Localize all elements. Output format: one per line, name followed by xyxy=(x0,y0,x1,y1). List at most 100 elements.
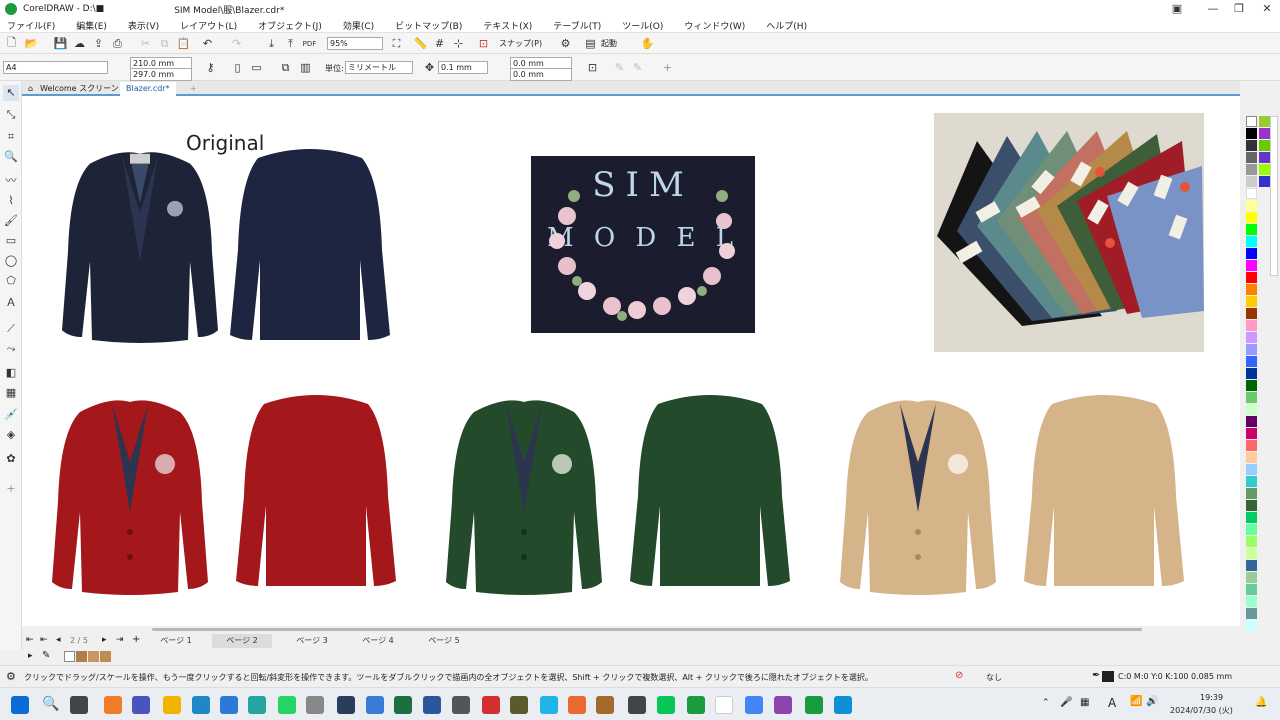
cloud-upload-icon[interactable]: ⇪ xyxy=(91,36,106,51)
palette-light-green[interactable] xyxy=(1246,392,1257,403)
palette-white[interactable] xyxy=(1246,188,1257,199)
swatch-brown-3[interactable] xyxy=(100,651,111,662)
app-icon-12[interactable] xyxy=(715,696,733,714)
drop-shadow-icon[interactable]: ◧ xyxy=(3,365,19,381)
palette-olive[interactable] xyxy=(1259,116,1270,127)
rectangle-tool-icon[interactable]: ▭ xyxy=(3,233,19,249)
tan-blazer-back[interactable] xyxy=(1024,395,1184,586)
artistic-media-icon[interactable]: 🖌 xyxy=(3,213,19,229)
pan-hand-icon[interactable]: ✋ xyxy=(640,36,655,51)
page-tab-3[interactable]: ページ 3 xyxy=(282,634,342,648)
app-icon-8[interactable] xyxy=(540,696,558,714)
new-document-icon[interactable]: 🗋 xyxy=(4,36,19,51)
crop-tool-icon[interactable]: ⌗ xyxy=(3,129,19,145)
palette-mint[interactable] xyxy=(1246,404,1257,415)
smart-fill-icon[interactable]: ✿ xyxy=(3,451,19,467)
full-screen-icon[interactable]: ⛶ xyxy=(389,36,404,51)
bezier-tool-icon[interactable]: ⌇ xyxy=(3,193,19,209)
clock-time[interactable]: 19:39 xyxy=(1200,693,1223,702)
guidelines-icon[interactable]: ⊹ xyxy=(451,36,466,51)
palette-green[interactable] xyxy=(1246,224,1257,235)
palette-cyan[interactable] xyxy=(1246,236,1257,247)
palette-navy[interactable] xyxy=(1246,368,1257,379)
swatch-none[interactable] xyxy=(64,651,75,662)
page-tab-1[interactable]: ページ 1 xyxy=(146,634,206,648)
connector-tool-icon[interactable]: ⤳ xyxy=(3,341,19,357)
menu-table[interactable]: テーブル(T) xyxy=(553,19,615,32)
app-icon-10[interactable] xyxy=(596,696,614,714)
palette-gray-70[interactable] xyxy=(1246,152,1257,163)
last-page-icon[interactable]: ⇥ xyxy=(116,635,124,645)
excel-icon[interactable] xyxy=(394,696,412,714)
export-icon[interactable]: ⤒ xyxy=(283,36,298,51)
page-height-field[interactable]: 297.0 mm xyxy=(130,68,192,81)
eyedropper-icon[interactable]: 💉 xyxy=(3,407,19,423)
restore-mini-icon[interactable]: ▣ xyxy=(1160,0,1194,18)
print-icon[interactable]: ⎙ xyxy=(110,36,125,51)
swatch-brown-2[interactable] xyxy=(88,651,99,662)
edit-icon[interactable]: ✎ xyxy=(612,60,627,75)
drawing-canvas[interactable]: Original SIM M O D E L xyxy=(22,96,1240,626)
palette-violet[interactable] xyxy=(1259,128,1270,139)
page-size-select[interactable]: A4 xyxy=(3,61,108,74)
green-blazer-back[interactable] xyxy=(630,395,790,586)
next-page-icon[interactable]: ▸ xyxy=(102,635,107,645)
palette-raspberry[interactable] xyxy=(1246,428,1257,439)
paste-icon[interactable]: 📋 xyxy=(176,36,191,51)
sim-model-logo[interactable]: SIM M O D E L xyxy=(531,156,755,333)
palette-spring[interactable] xyxy=(1246,524,1257,535)
menu-effects[interactable]: 効果(C) xyxy=(343,19,388,32)
menu-object[interactable]: オブジェクト(J) xyxy=(258,19,336,32)
polygon-tool-icon[interactable]: ⬠ xyxy=(3,273,19,289)
palette-purple[interactable] xyxy=(1246,416,1257,427)
palette-sky[interactable] xyxy=(1246,464,1257,475)
launch-dropdown[interactable]: 起動 xyxy=(601,38,617,49)
palette-ice[interactable] xyxy=(1246,620,1257,631)
parallel-dimension-icon[interactable]: ⟋ xyxy=(3,321,19,337)
redo-icon[interactable]: ↷ xyxy=(229,36,244,51)
ime-icon[interactable]: A xyxy=(1108,696,1116,710)
treat-as-filled-icon[interactable]: ⊡ xyxy=(585,60,600,75)
prev-page-icon[interactable]: ⇤ xyxy=(40,635,48,645)
explorer-icon[interactable] xyxy=(163,696,181,714)
palette-royal-blue[interactable] xyxy=(1246,356,1257,367)
app-icon-7[interactable] xyxy=(452,696,470,714)
save-icon[interactable]: 💾 xyxy=(53,36,68,51)
red-blazer-back[interactable] xyxy=(236,395,396,586)
teams-icon[interactable] xyxy=(132,696,150,714)
menu-tools[interactable]: ツール(O) xyxy=(622,19,677,32)
portrait-lock-icon[interactable]: ⚷ xyxy=(203,60,218,75)
palette-peach[interactable] xyxy=(1246,452,1257,463)
palette-gray-90[interactable] xyxy=(1246,140,1257,151)
green-blazer-front[interactable] xyxy=(446,400,602,595)
settings-gear-icon[interactable]: ⚙ xyxy=(6,670,16,683)
edge-2-icon[interactable] xyxy=(834,696,852,714)
back-page-icon[interactable]: ◂ xyxy=(56,635,61,645)
search-icon[interactable]: 🔍 xyxy=(42,696,60,714)
palette-slate[interactable] xyxy=(1246,608,1257,619)
palette-steel[interactable] xyxy=(1246,560,1257,571)
menu-bitmaps[interactable]: ビットマップ(B) xyxy=(395,19,476,32)
cut-icon[interactable]: ✂ xyxy=(138,36,153,51)
menu-help[interactable]: ヘルプ(H) xyxy=(766,19,821,32)
add-page-icon[interactable]: + xyxy=(132,634,140,645)
palette-teal[interactable] xyxy=(1246,476,1257,487)
portrait-icon[interactable]: ▯ xyxy=(230,60,245,75)
palette-forest[interactable] xyxy=(1246,500,1257,511)
palette-arrow-icon[interactable]: ▸ xyxy=(28,651,33,661)
launch-icon[interactable]: ▤ xyxy=(583,36,598,51)
palette-pale-lime[interactable] xyxy=(1246,548,1257,559)
palette-indigo[interactable] xyxy=(1259,152,1270,163)
mic-icon[interactable]: 🎤 xyxy=(1060,697,1072,708)
cloud-icon[interactable]: ☁ xyxy=(72,36,87,51)
navy-blazer-back[interactable] xyxy=(230,149,390,340)
all-pages-icon[interactable]: ⧉ xyxy=(278,60,293,75)
app-icon-1[interactable] xyxy=(104,696,122,714)
palette-brown[interactable] xyxy=(1246,308,1257,319)
options-gear-icon[interactable]: ⚙ xyxy=(558,36,573,51)
text-tool-icon[interactable]: Ａ xyxy=(3,295,19,311)
palette-none[interactable] xyxy=(1246,116,1257,127)
palette-orange[interactable] xyxy=(1246,284,1257,295)
acrobat-icon[interactable] xyxy=(482,696,500,714)
chrome-icon[interactable] xyxy=(745,696,763,714)
